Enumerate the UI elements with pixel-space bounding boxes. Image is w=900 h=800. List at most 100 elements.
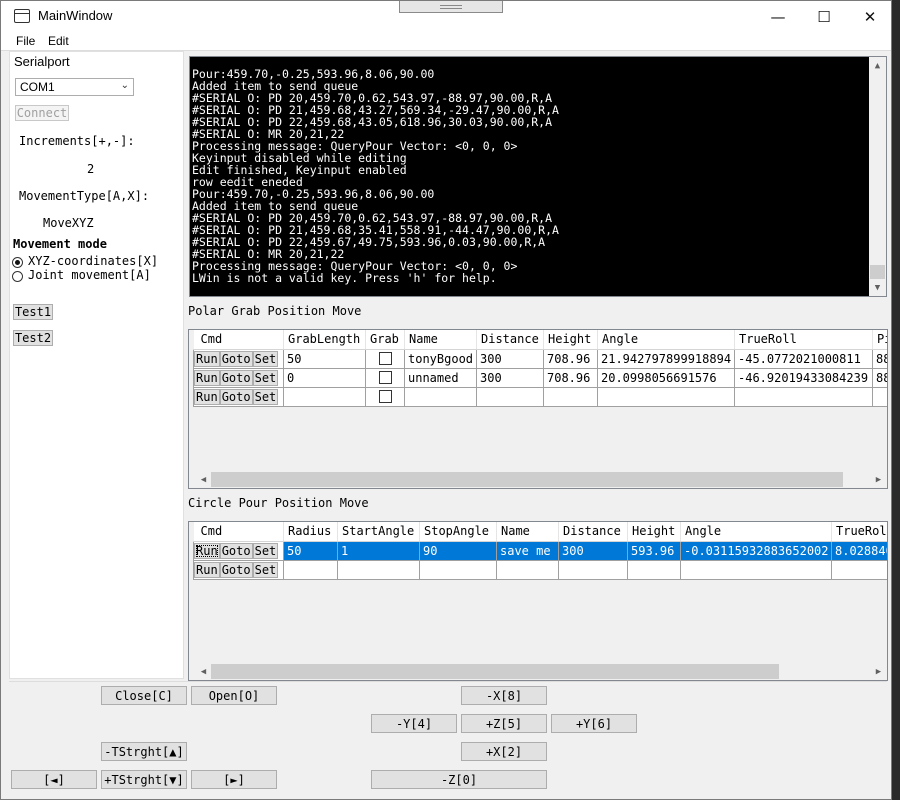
run-button[interactable]: Run	[194, 351, 220, 367]
circle-col-radius[interactable]: Radius	[283, 522, 338, 542]
console-scroll-thumb[interactable]	[870, 265, 885, 279]
run-button[interactable]: Run	[194, 562, 220, 578]
circle-col-height[interactable]: Height	[627, 522, 681, 542]
scroll-down-icon[interactable]: ▼	[869, 279, 886, 296]
run-button[interactable]: Run	[194, 370, 220, 386]
height-cell[interactable]: 708.96	[543, 348, 598, 369]
trueroll-cell[interactable]: -46.92019433084239	[734, 367, 873, 388]
polar-col-pi[interactable]: Pi	[872, 330, 887, 350]
height-cell[interactable]: 593.96	[627, 540, 681, 561]
minus-x-button[interactable]: -X[8]	[461, 686, 547, 705]
plus-z-button[interactable]: +Z[5]	[461, 714, 547, 733]
circle-hscrollbar[interactable]: ◀ ▶	[189, 663, 887, 680]
scroll-left-icon[interactable]: ◀	[195, 663, 212, 680]
angle-cell[interactable]: 20.0998056691576	[597, 367, 735, 388]
distance-cell[interactable]	[476, 386, 544, 407]
goto-button[interactable]: Goto	[219, 562, 253, 578]
radius-cell[interactable]	[283, 559, 338, 580]
minus-y-button[interactable]: -Y[4]	[371, 714, 457, 733]
polar-scroll-thumb[interactable]	[211, 472, 843, 487]
serialport-select[interactable]: COM1 ⌄	[15, 78, 134, 96]
distance-cell[interactable]: 300	[476, 367, 544, 388]
grablength-cell[interactable]	[283, 386, 366, 407]
pi-cell[interactable]: 88	[872, 367, 887, 388]
radio-xyz-label[interactable]: XYZ-coordinates[X]	[28, 254, 158, 268]
grablength-cell[interactable]: 50	[283, 348, 366, 369]
table-row[interactable]: Run Goto Set	[193, 386, 887, 407]
set-button[interactable]: Set	[252, 562, 279, 578]
circle-col-trueroll[interactable]: TrueRoll	[831, 522, 887, 542]
plus-tstrght-button[interactable]: +TStrght[▼]	[101, 770, 187, 789]
grab-checkbox[interactable]	[378, 390, 392, 403]
open-button[interactable]: Open[O]	[191, 686, 277, 705]
scroll-right-icon[interactable]: ▶	[870, 471, 887, 488]
name-cell[interactable]: unnamed	[404, 367, 477, 388]
trueroll-cell[interactable]	[831, 559, 887, 580]
distance-cell[interactable]	[558, 559, 628, 580]
goto-button[interactable]: Goto	[219, 543, 253, 559]
menu-edit[interactable]: Edit	[48, 34, 69, 48]
polar-hscrollbar[interactable]: ◀ ▶	[189, 471, 887, 488]
startangle-cell[interactable]	[337, 559, 420, 580]
angle-cell[interactable]: 21.942797899918894	[597, 348, 735, 369]
left-button[interactable]: [◄]	[11, 770, 97, 789]
polar-col-angle[interactable]: Angle	[597, 330, 735, 350]
grablength-cell[interactable]: 0	[283, 367, 366, 388]
circle-col-angle[interactable]: Angle	[680, 522, 832, 542]
circle-col-stopangle[interactable]: StopAngle	[419, 522, 497, 542]
plus-y-button[interactable]: +Y[6]	[551, 714, 637, 733]
circle-col-name[interactable]: Name	[496, 522, 559, 542]
minimize-button[interactable]: —	[755, 1, 801, 32]
circle-scroll-thumb[interactable]	[211, 664, 779, 679]
table-row[interactable]: Run Goto Set 50 tonyBgood 300 708.96 21.9427978…	[193, 348, 887, 369]
close-button[interactable]: Close[C]	[101, 686, 187, 705]
trueroll-cell[interactable]: -45.0772021000811	[734, 348, 873, 369]
name-cell[interactable]	[496, 559, 559, 580]
radius-cell[interactable]: 50	[283, 540, 338, 561]
polar-col-name[interactable]: Name	[404, 330, 477, 350]
set-button[interactable]: Set	[252, 543, 279, 559]
height-cell[interactable]	[627, 559, 681, 580]
circle-col-cmd[interactable]: Cmd	[193, 522, 284, 542]
table-row[interactable]: Run Goto Set	[193, 559, 887, 580]
circle-col-distance[interactable]: Distance	[558, 522, 628, 542]
table-row[interactable]: Run Goto Set 0 unnamed 300 708.96 20.0998056691…	[193, 367, 887, 388]
connect-button[interactable]: Connect	[15, 105, 69, 121]
pi-cell[interactable]: 88	[872, 348, 887, 369]
goto-button[interactable]: Goto	[219, 370, 253, 386]
polar-col-cmd[interactable]: Cmd	[193, 330, 284, 350]
polar-col-trueroll[interactable]: TrueRoll	[734, 330, 873, 350]
run-button[interactable]: Run	[194, 389, 220, 405]
circle-col-startangle[interactable]: StartAngle	[337, 522, 420, 542]
trueroll-cell[interactable]: 8.0288400	[831, 540, 887, 561]
trueroll-cell[interactable]	[734, 386, 873, 407]
scroll-left-icon[interactable]: ◀	[195, 471, 212, 488]
goto-button[interactable]: Goto	[219, 389, 253, 405]
startangle-cell[interactable]: 1	[337, 540, 420, 561]
angle-cell[interactable]	[680, 559, 832, 580]
minus-tstrght-button[interactable]: -TStrght[▲]	[101, 742, 187, 761]
run-button[interactable]: Run	[194, 543, 220, 559]
radio-joint-movement[interactable]	[12, 271, 23, 282]
close-window-button[interactable]: ✕	[847, 1, 891, 32]
name-cell[interactable]: tonyBgood	[404, 348, 477, 369]
console-scrollbar[interactable]: ▲ ▼	[869, 57, 886, 296]
menu-file[interactable]: File	[16, 34, 35, 48]
radio-xyz-coordinates[interactable]	[12, 257, 23, 268]
set-button[interactable]: Set	[252, 370, 279, 386]
angle-cell[interactable]	[597, 386, 735, 407]
plus-x-button[interactable]: +X[2]	[461, 742, 547, 761]
set-button[interactable]: Set	[252, 389, 279, 405]
polar-col-grab[interactable]: Grab	[365, 330, 405, 350]
grab-checkbox[interactable]	[378, 352, 392, 365]
right-button[interactable]: [►]	[191, 770, 277, 789]
pi-cell[interactable]	[872, 386, 887, 407]
angle-cell[interactable]: -0.03115932883652002	[680, 540, 832, 561]
console-output[interactable]: Pour:459.70,-0.25,593.96,8.06,90.00 Added…	[189, 56, 887, 297]
stopangle-cell[interactable]: 90	[419, 540, 497, 561]
height-cell[interactable]	[543, 386, 598, 407]
goto-button[interactable]: Goto	[219, 351, 253, 367]
radio-joint-label[interactable]: Joint movement[A]	[28, 268, 151, 282]
title-bar[interactable]: MainWindow — ☐ ✕	[1, 1, 891, 32]
test2-button[interactable]: Test2	[13, 330, 53, 346]
